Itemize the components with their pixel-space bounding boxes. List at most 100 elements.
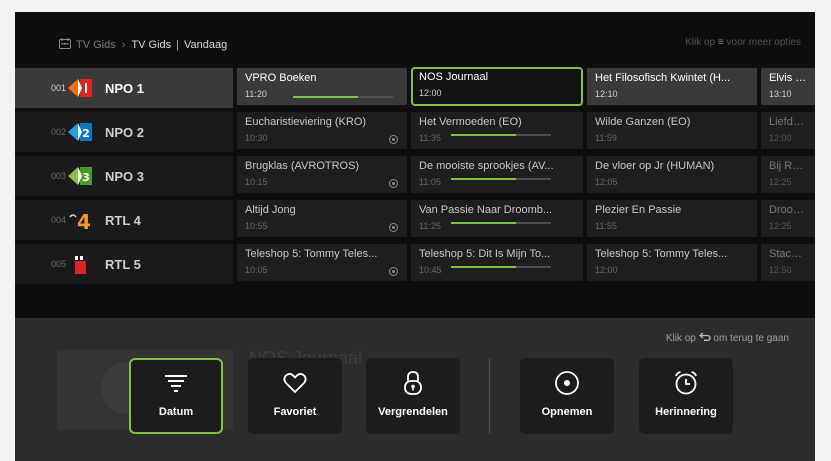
npo3-logo-icon: 3 (65, 165, 97, 187)
breadcrumb-section[interactable]: TV Gids (131, 39, 171, 51)
program-cell[interactable]: Elvis Live 13:10 (761, 68, 815, 105)
rtl5-logo-icon (65, 253, 97, 275)
lock-button[interactable]: Vergrendelen (366, 358, 460, 434)
record-button[interactable]: Opnemen (520, 358, 614, 434)
program-title: Brugklas (AVROTROS) (245, 160, 360, 172)
program-cell[interactable]: Teleshop 5: Tommy Teles... 10:05 (237, 244, 407, 281)
channel-row-npo3[interactable]: 003 3 NPO 3 (15, 156, 233, 196)
program-cell-focused[interactable]: NOS Journaal 12:00 (411, 67, 583, 106)
program-cell[interactable]: Droom V 12:25 (761, 200, 815, 237)
program-progress-bar (451, 134, 551, 136)
alarm-clock-icon (673, 368, 699, 398)
program-title: Liefde in (769, 116, 807, 128)
channel-number: 005 (51, 259, 67, 269)
npo1-logo-icon (65, 77, 97, 99)
program-title: Teleshop 5: Tommy Teles... (595, 248, 728, 260)
lock-icon (403, 368, 423, 398)
program-progress-bar (451, 178, 551, 180)
button-divider (489, 358, 490, 434)
program-time: 12:50 (769, 265, 792, 275)
program-time: 13:10 (769, 89, 792, 99)
program-cell[interactable]: Bij Ron in 12:25 (761, 156, 815, 193)
program-title: Elvis Live (769, 72, 807, 84)
program-title: De vloer op Jr (HUMAN) (595, 160, 715, 172)
npo2-logo-icon: 2 (65, 121, 97, 143)
date-button[interactable]: Datum (129, 358, 223, 434)
program-time: 10:55 (245, 221, 268, 231)
channel-name: NPO 2 (105, 124, 145, 140)
program-title: Plezier En Passie (595, 204, 682, 216)
back-hint: Klik op om terug te gaan (666, 332, 789, 344)
svg-text:2: 2 (82, 127, 90, 140)
channel-name: RTL 5 (105, 256, 141, 272)
channel-number: 003 (51, 171, 67, 181)
program-time: 10:30 (245, 133, 268, 143)
program-cell[interactable]: Altijd Jong 10:55 (237, 200, 407, 237)
heart-icon (283, 368, 307, 398)
breadcrumb-current: Vandaag (184, 39, 228, 51)
program-cell[interactable]: Liefde in 12:00 (761, 112, 815, 149)
breadcrumb-chevron-icon: › (121, 39, 126, 51)
channel-row-rtl5[interactable]: 005 RTL 5 (15, 244, 233, 284)
program-title: Teleshop 5: Dit Is Mijn To... (419, 248, 551, 260)
reminder-button[interactable]: Herinnering (639, 358, 733, 434)
svg-text:3: 3 (82, 171, 90, 184)
program-title: Wilde Ganzen (EO) (595, 116, 691, 128)
program-title: Droom V (769, 204, 807, 216)
lock-button-label: Vergrendelen (378, 406, 448, 418)
program-title: Stacey D (769, 248, 807, 260)
program-cell[interactable]: Van Passie Naar Droomb... 11:25 (411, 200, 583, 237)
tv-guide-icon (59, 38, 71, 52)
program-cell[interactable]: De vloer op Jr (HUMAN) 12:05 (587, 156, 757, 193)
program-time: 12:00 (769, 133, 792, 143)
program-cell[interactable]: Wilde Ganzen (EO) 11:59 (587, 112, 757, 149)
record-icon (554, 368, 580, 398)
record-icon (389, 135, 398, 144)
favorite-button-label: Favoriet (273, 406, 317, 418)
program-title: Bij Ron in (769, 160, 807, 172)
record-icon (389, 223, 398, 232)
program-cell[interactable]: Brugklas (AVROTROS) 10:15 (237, 156, 407, 193)
channel-name: RTL 4 (105, 212, 141, 228)
channel-name: NPO 3 (105, 168, 145, 184)
program-progress-bar (451, 266, 551, 268)
program-cell[interactable]: VPRO Boeken 11:20 (237, 68, 407, 105)
back-hint-suffix: om terug te gaan (713, 333, 789, 344)
tv-guide-screen: TV Gids › TV Gids | Vandaag Klik op ≡ vo… (15, 12, 815, 461)
back-hint-prefix: Klik op (665, 333, 696, 344)
filter-lines-icon (163, 368, 189, 398)
menu-lines-icon: ≡ (717, 37, 724, 48)
options-hint: Klik op ≡ voor meer opties (685, 37, 801, 48)
program-title: Eucharistieviering (KRO) (245, 116, 367, 128)
channel-row-rtl4[interactable]: 004 4 RTL 4 (15, 200, 233, 240)
program-cell[interactable]: Het Vermoeden (EO) 11:35 (411, 112, 583, 149)
program-cell[interactable]: Teleshop 5: Tommy Teles... 12:00 (587, 244, 757, 281)
program-cell[interactable]: Het Filosofisch Kwintet (H... 12:10 (587, 68, 757, 105)
program-progress-bar (451, 222, 551, 224)
program-time: 12:00 (595, 265, 618, 275)
program-title: NOS Journaal (419, 71, 489, 83)
favorite-button[interactable]: Favoriet (248, 358, 342, 434)
channel-row-npo2[interactable]: 002 2 NPO 2 (15, 112, 233, 152)
breadcrumb-divider: | (176, 39, 179, 51)
record-icon (389, 267, 398, 276)
channel-row-npo1[interactable]: 001 NPO 1 (15, 68, 233, 108)
channel-name: NPO 1 (105, 80, 145, 96)
program-cell[interactable]: Eucharistieviering (KRO) 10:30 (237, 112, 407, 149)
record-button-label: Opnemen (541, 406, 593, 418)
channel-number: 004 (51, 215, 67, 225)
options-overlay: NOS Journaal Klik op om terug te gaan Da… (15, 318, 815, 461)
program-cell[interactable]: Teleshop 5: Dit Is Mijn To... 10:45 (411, 244, 583, 281)
program-title: Het Filosofisch Kwintet (H... (595, 72, 731, 84)
program-cell[interactable]: Plezier En Passie 11:55 (587, 200, 757, 237)
program-title: Altijd Jong (245, 204, 296, 216)
program-cell[interactable]: Stacey D 12:50 (761, 244, 815, 281)
program-time: 10:05 (245, 265, 268, 275)
options-hint-prefix: Klik op (685, 37, 716, 48)
program-title: Het Vermoeden (EO) (419, 116, 522, 128)
program-cell[interactable]: De mooiste sprookjes (AV... 11:05 (411, 156, 583, 193)
channel-number: 002 (51, 127, 67, 137)
breadcrumb-root[interactable]: TV Gids (76, 39, 116, 51)
program-time: 12:00 (419, 88, 442, 98)
rtl4-logo-icon: 4 (65, 209, 97, 231)
